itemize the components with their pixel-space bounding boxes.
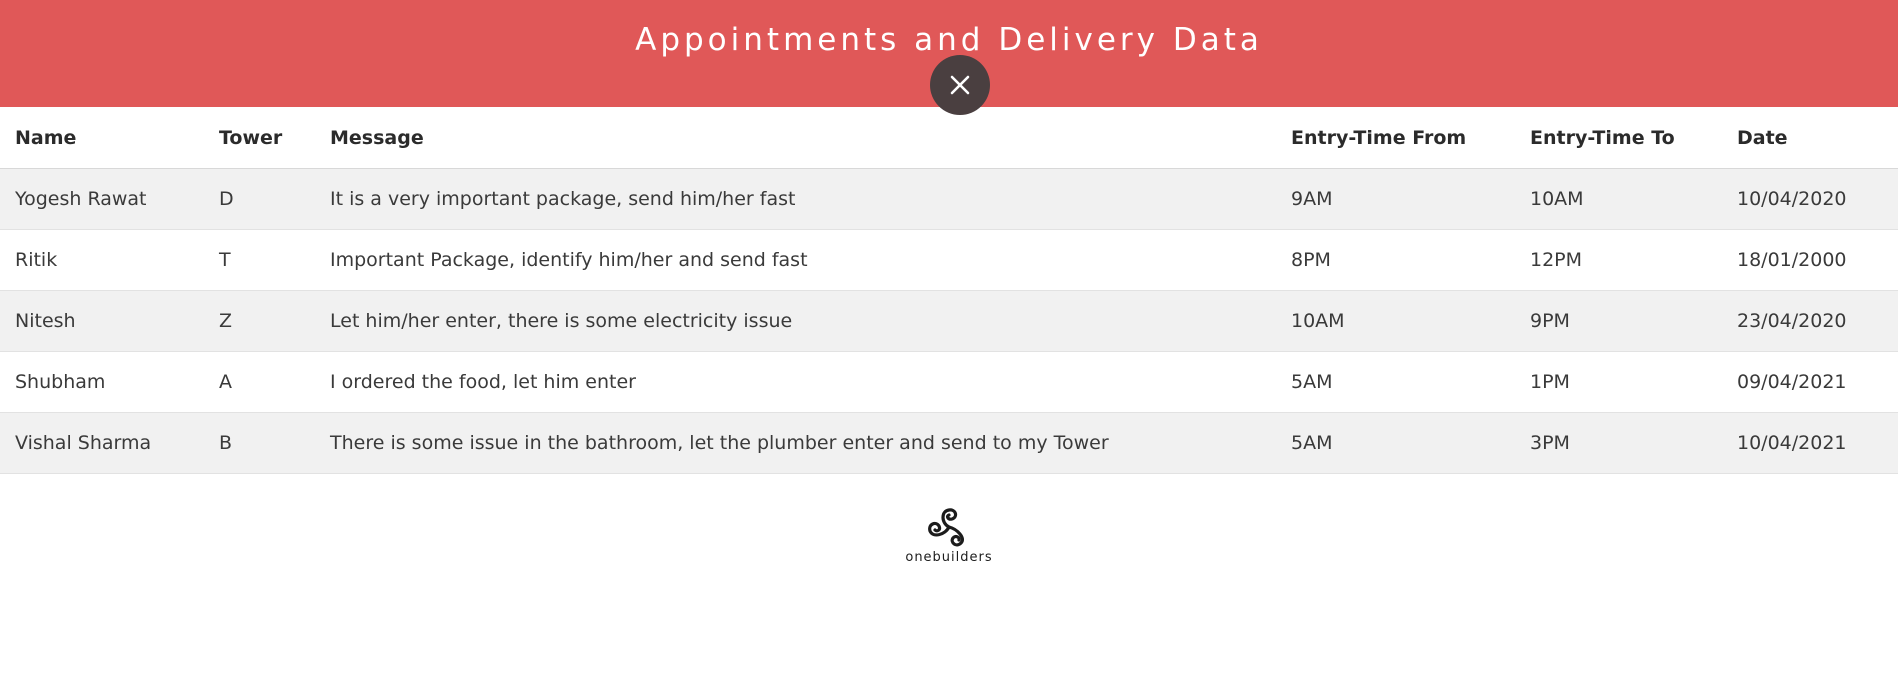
page-header: Appointments and Delivery Data (0, 0, 1898, 115)
column-header-tower: Tower (204, 107, 315, 169)
cell-name: Nitesh (0, 290, 204, 352)
cell-entry-time-from: 10AM (1276, 290, 1515, 352)
cell-tower: A (204, 351, 315, 413)
table-row: Nitesh Z Let him/her enter, there is som… (0, 290, 1898, 352)
column-header-name: Name (0, 107, 204, 169)
cell-date: 10/04/2020 (1722, 168, 1898, 230)
cell-name: Shubham (0, 351, 204, 413)
cell-message: Let him/her enter, there is some electri… (315, 290, 1276, 352)
table-row: Vishal Sharma B There is some issue in t… (0, 412, 1898, 474)
cell-date: 09/04/2021 (1722, 351, 1898, 413)
cell-date: 18/01/2000 (1722, 229, 1898, 291)
column-header-message: Message (315, 107, 1276, 169)
cell-message: It is a very important package, send him… (315, 168, 1276, 230)
column-header-entry-time-from: Entry-Time From (1276, 107, 1515, 169)
table-row: Shubham A I ordered the food, let him en… (0, 351, 1898, 413)
column-header-entry-time-to: Entry-Time To (1515, 107, 1722, 169)
cell-message: Important Package, identify him/her and … (315, 229, 1276, 291)
cell-message: I ordered the food, let him enter (315, 351, 1276, 413)
cell-entry-time-from: 9AM (1276, 168, 1515, 230)
cell-name: Vishal Sharma (0, 412, 204, 474)
cell-tower: Z (204, 290, 315, 352)
cell-tower: B (204, 412, 315, 474)
cell-date: 10/04/2021 (1722, 412, 1898, 474)
close-icon (950, 75, 970, 95)
column-header-date: Date (1722, 107, 1898, 169)
cell-entry-time-to: 9PM (1515, 290, 1722, 352)
appointments-table: Name Tower Message Entry-Time From Entry… (0, 107, 1898, 474)
cell-tower: T (204, 229, 315, 291)
cell-entry-time-to: 10AM (1515, 168, 1722, 230)
cell-entry-time-to: 1PM (1515, 351, 1722, 413)
logo-wordmark: onebuilders (905, 550, 993, 565)
close-button[interactable] (930, 55, 990, 115)
triskelion-logo-icon (928, 508, 964, 547)
cell-message: There is some issue in the bathroom, let… (315, 412, 1276, 474)
cell-entry-time-from: 5AM (1276, 351, 1515, 413)
table-header-row: Name Tower Message Entry-Time From Entry… (0, 107, 1898, 169)
table-row: Yogesh Rawat D It is a very important pa… (0, 168, 1898, 230)
cell-entry-time-to: 3PM (1515, 412, 1722, 474)
cell-name: Yogesh Rawat (0, 168, 204, 230)
cell-entry-time-from: 5AM (1276, 412, 1515, 474)
cell-tower: D (204, 168, 315, 230)
cell-name: Ritik (0, 229, 204, 291)
brand-logo: onebuilders (889, 505, 1009, 575)
cell-date: 23/04/2020 (1722, 290, 1898, 352)
cell-entry-time-to: 12PM (1515, 229, 1722, 291)
table-row: Ritik T Important Package, identify him/… (0, 229, 1898, 291)
page-title: Appointments and Delivery Data (635, 22, 1263, 58)
cell-entry-time-from: 8PM (1276, 229, 1515, 291)
